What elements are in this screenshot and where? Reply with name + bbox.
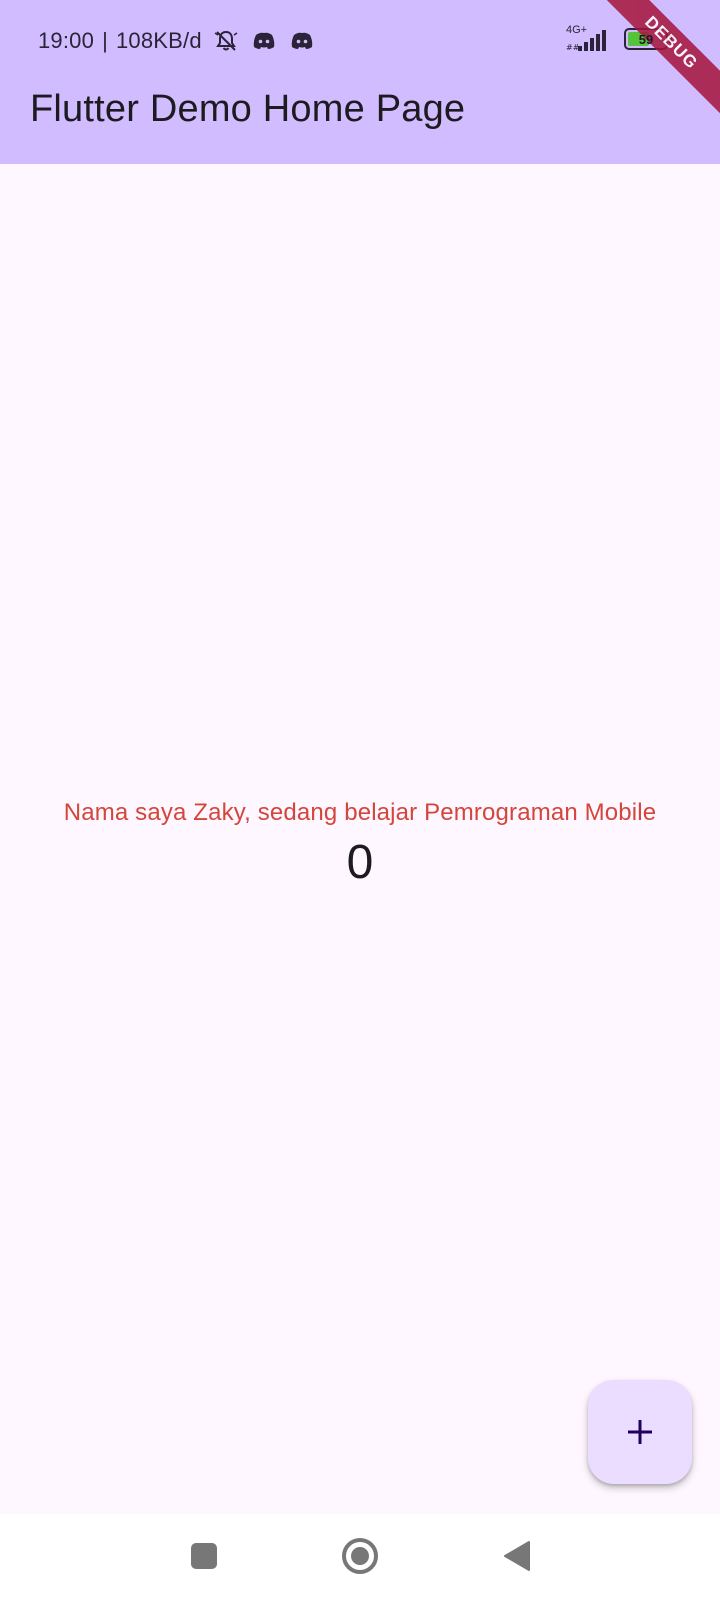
counter-value: 0 xyxy=(346,835,374,889)
battery-tip xyxy=(669,35,672,43)
status-separator: | xyxy=(102,28,108,53)
status-time: 19:00 xyxy=(38,28,95,53)
battery-level: 59 xyxy=(638,31,654,47)
increment-button[interactable] xyxy=(588,1380,692,1484)
signal-icon: ## xyxy=(566,30,606,52)
plus-icon xyxy=(628,1420,652,1444)
home-icon xyxy=(342,1538,378,1574)
status-bar: 19:00 | 108KB/d 4G+ ## 59 xyxy=(0,0,720,84)
back-button[interactable] xyxy=(494,1534,538,1578)
status-left: 19:00 | 108KB/d xyxy=(38,26,316,56)
status-network-speed: 108KB/d xyxy=(115,28,202,53)
main-content: Nama saya Zaky, sedang belajar Pemrogram… xyxy=(0,164,720,1514)
status-right: 4G+ ## 59 xyxy=(564,24,672,54)
home-button[interactable] xyxy=(338,1534,382,1578)
recents-icon xyxy=(191,1543,217,1569)
mute-notification-icon xyxy=(212,28,240,54)
signal-indicator: 4G+ ## xyxy=(564,24,614,54)
page-title: Flutter Demo Home Page xyxy=(30,88,466,130)
recents-button[interactable] xyxy=(182,1534,226,1578)
intro-message: Nama saya Zaky, sedang belajar Pemrogram… xyxy=(63,798,657,826)
discord-icon xyxy=(250,28,278,54)
battery-icon: 59 xyxy=(624,28,672,50)
svg-text:##: ## xyxy=(566,43,580,52)
app-bar: 19:00 | 108KB/d 4G+ ## 59 Flutter Demo H… xyxy=(0,0,720,164)
navigation-bar xyxy=(0,1514,720,1600)
app-screen: 19:00 | 108KB/d 4G+ ## 59 Flutter Demo H… xyxy=(0,0,720,1600)
discord-icon xyxy=(288,28,316,54)
back-icon xyxy=(504,1541,530,1571)
